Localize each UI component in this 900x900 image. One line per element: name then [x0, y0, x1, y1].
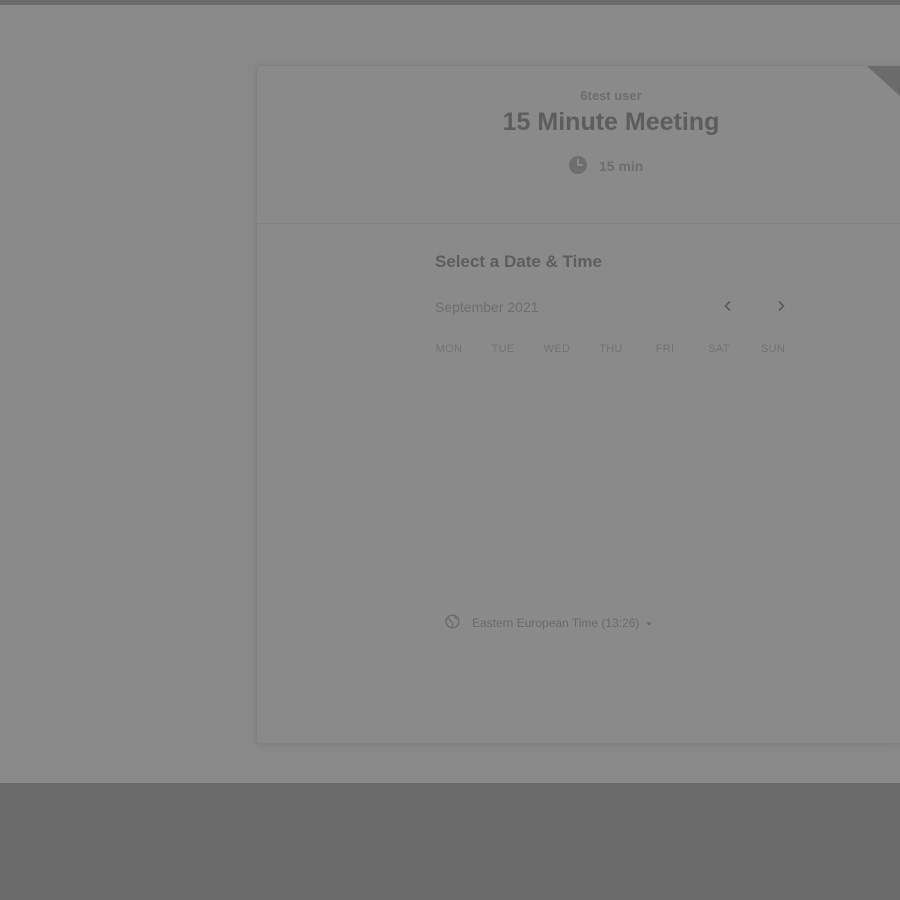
weekday-mon: MON	[435, 343, 463, 355]
event-duration: 15 min	[568, 155, 644, 178]
weekday-sat: SAT	[708, 343, 730, 355]
weekday-thu: THU	[599, 343, 623, 355]
timezone-selector[interactable]: Eastern European Time (13:26)	[445, 614, 653, 632]
current-month-label: September 2021	[435, 299, 539, 315]
next-month-button[interactable]	[770, 297, 792, 319]
previous-month-button[interactable]	[717, 297, 739, 319]
globe-icon	[445, 614, 460, 632]
caret-down-icon	[645, 616, 653, 630]
weekday-wed: WED	[543, 343, 571, 355]
booking-card: 6test user 15 Minute Meeting 15 min Sele…	[256, 65, 900, 744]
weekday-tue: TUE	[491, 343, 515, 355]
chevron-left-icon	[723, 299, 733, 317]
event-owner-name: 6test user	[580, 88, 642, 103]
chevron-right-icon	[776, 299, 786, 317]
weekday-sun: SUN	[760, 343, 786, 355]
event-details-header: 6test user 15 Minute Meeting 15 min	[257, 66, 900, 224]
weekday-header-row: MON TUE WED THU FRI SAT SUN	[422, 343, 800, 355]
bottom-band	[0, 783, 900, 900]
weekday-fri: FRI	[655, 343, 675, 355]
event-title: 15 Minute Meeting	[502, 108, 720, 136]
event-duration-label: 15 min	[599, 158, 644, 174]
picker-heading: Select a Date & Time	[435, 252, 602, 271]
timezone-label: Eastern European Time (13:26)	[472, 616, 640, 630]
clock-icon	[568, 155, 588, 178]
